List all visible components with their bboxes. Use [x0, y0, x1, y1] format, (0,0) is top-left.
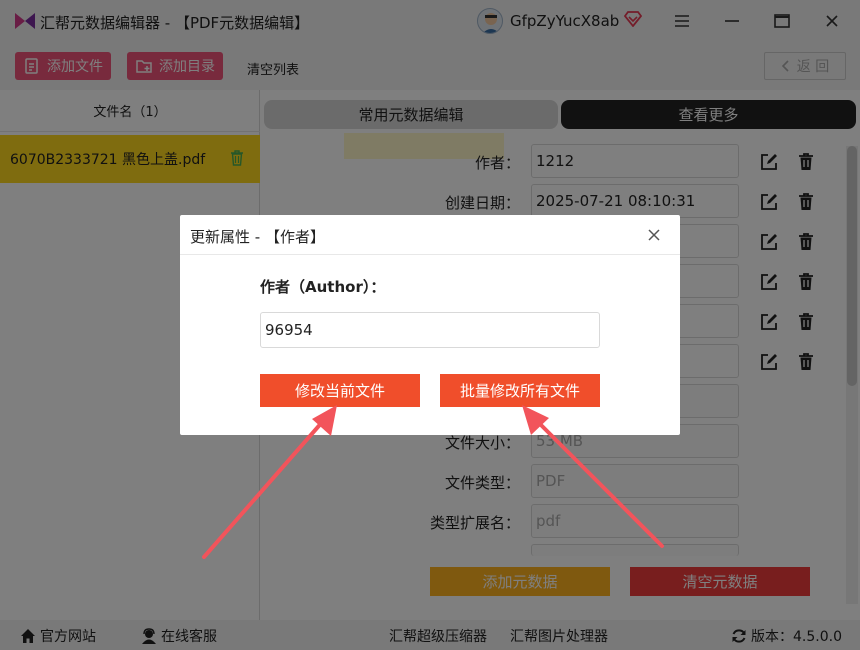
author-field-label: 作者（Author）：	[260, 278, 386, 296]
dialog-header: 更新属性 - 【作者】	[180, 215, 680, 255]
author-input[interactable]	[260, 312, 600, 348]
batch-modify-all-files-button[interactable]: 批量修改所有文件	[440, 374, 600, 407]
update-property-dialog: 更新属性 - 【作者】 作者（Author）： 修改当前文件 批量修改所有文件	[180, 215, 680, 435]
modify-current-file-button[interactable]: 修改当前文件	[260, 374, 420, 407]
dialog-close-icon[interactable]	[646, 227, 662, 243]
dialog-title: 更新属性 - 【作者】	[190, 228, 325, 246]
